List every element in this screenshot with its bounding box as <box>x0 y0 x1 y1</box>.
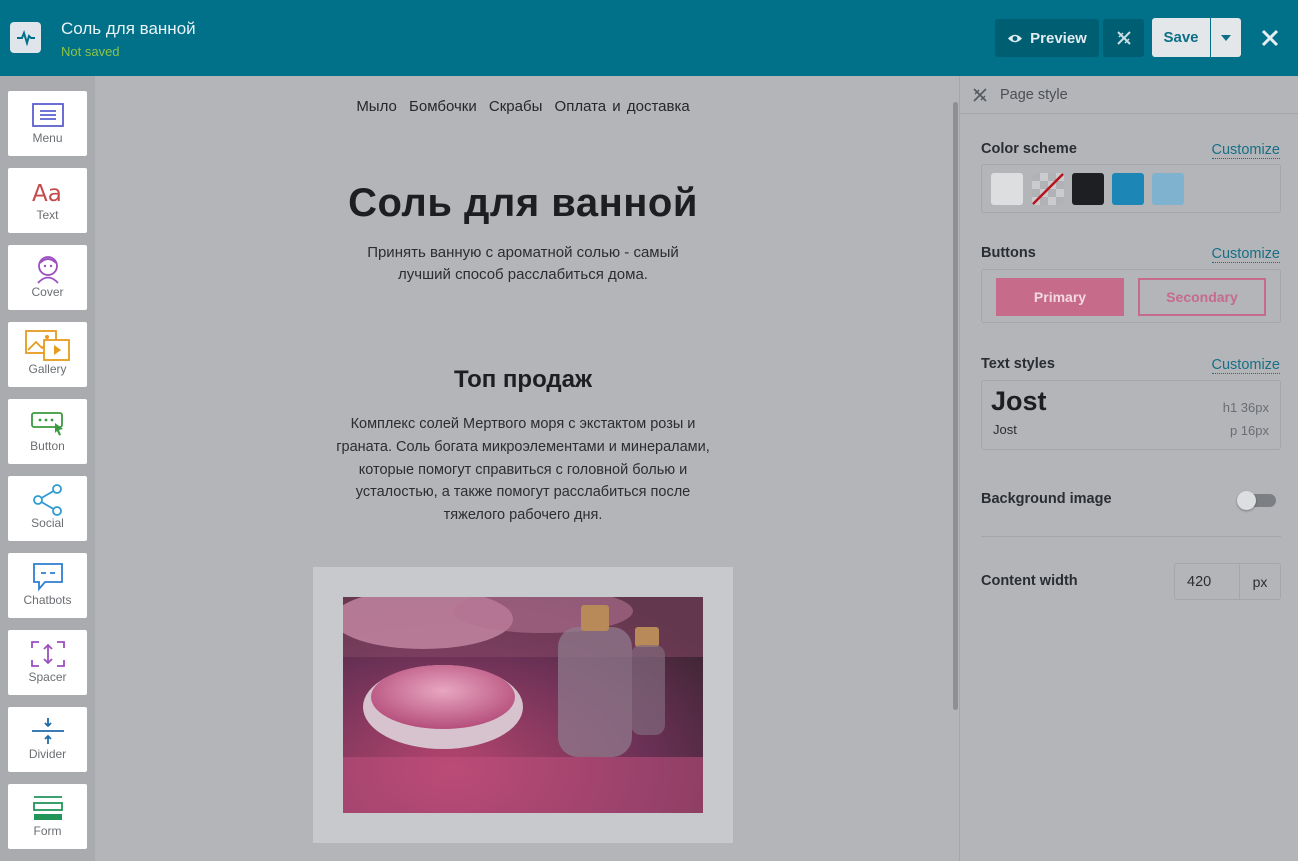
brush-ruler-icon <box>973 87 987 102</box>
p-size: p 16px <box>1229 423 1269 438</box>
caret-down-icon <box>1221 34 1231 41</box>
palette-item-spacer[interactable]: Spacer <box>8 630 87 695</box>
chatbots-icon <box>32 563 63 592</box>
panel-title: Page style <box>1000 86 1068 103</box>
content-width-unit: px <box>1239 563 1281 600</box>
block-palette: Menu Aa Text Cover Gallery Button Social… <box>0 76 95 861</box>
close-button[interactable] <box>1255 23 1285 53</box>
color-swatch-dark[interactable] <box>1072 173 1104 205</box>
canvas-scrollbar[interactable] <box>953 102 958 710</box>
palette-item-label: Form <box>33 824 62 838</box>
page-style-button[interactable] <box>1103 19 1144 57</box>
palette-item-divider[interactable]: Divider <box>8 707 87 772</box>
top-bar: Соль для ванной Not saved Preview Save <box>0 0 1298 76</box>
palette-item-label: Text <box>36 208 59 222</box>
svg-text:Aa: Aa <box>32 181 62 205</box>
palette-item-button[interactable]: Button <box>8 399 87 464</box>
bath-salt-photo[interactable] <box>343 597 703 813</box>
color-swatch-blue[interactable] <box>1112 173 1144 205</box>
save-status: Not saved <box>61 44 120 59</box>
document-title: Соль для ванной <box>61 19 196 38</box>
cover-icon <box>36 256 59 284</box>
content-width-input[interactable]: 420 <box>1174 563 1240 600</box>
palette-item-label: Menu <box>32 131 63 145</box>
color-swatch-light-blue[interactable] <box>1152 173 1184 205</box>
form-icon <box>32 796 63 820</box>
section-text[interactable]: Комплекс солей Мертвого моря с экстактом… <box>333 413 713 527</box>
site-menu-item[interactable]: Скрабы <box>489 98 542 115</box>
buttons-customize-link[interactable]: Customize <box>1211 246 1280 263</box>
gallery-icon <box>24 330 70 361</box>
color-swatch-transparent[interactable] <box>1032 173 1064 205</box>
spacer-icon <box>30 641 65 667</box>
hero-title[interactable]: Соль для ванной <box>95 181 951 226</box>
color-scheme-picker[interactable] <box>981 164 1281 213</box>
page-style-panel: Page style Color scheme Customize Button… <box>959 76 1298 861</box>
buttons-label: Buttons <box>981 245 1036 261</box>
palette-item-gallery[interactable]: Gallery <box>8 322 87 387</box>
site-menu-item[interactable]: Мыло <box>356 98 397 115</box>
palette-item-label: Divider <box>28 747 67 761</box>
color-scheme-customize-link[interactable]: Customize <box>1211 142 1280 159</box>
text-icon: Aa <box>32 181 62 205</box>
background-image-toggle[interactable] <box>1237 491 1276 510</box>
palette-item-label: Chatbots <box>23 593 72 607</box>
text-styles-label: Text styles <box>981 356 1055 372</box>
content-width-label: Content width <box>981 573 1078 589</box>
palette-item-label: Social <box>31 516 64 530</box>
site-menu-item[interactable]: Оплата и доставка <box>555 98 690 115</box>
h1-font-sample: Jost <box>991 386 1047 416</box>
color-swatch-light[interactable] <box>991 173 1023 205</box>
palette-item-menu[interactable]: Menu <box>8 91 87 156</box>
panel-header: Page style <box>960 76 1298 114</box>
preview-button[interactable]: Preview <box>995 19 1099 57</box>
palette-item-chatbots[interactable]: Chatbots <box>8 553 87 618</box>
palette-item-label: Spacer <box>28 670 67 684</box>
palette-item-form[interactable]: Form <box>8 784 87 849</box>
h1-size: h1 36px <box>1222 400 1269 415</box>
save-button[interactable]: Save <box>1152 18 1210 57</box>
menu-icon <box>31 103 64 127</box>
panel-divider <box>981 536 1281 537</box>
divider-icon <box>31 718 64 744</box>
social-icon <box>32 484 62 516</box>
primary-button-sample[interactable]: Primary <box>996 278 1124 316</box>
section-title[interactable]: Топ продаж <box>95 366 951 394</box>
palette-item-label: Gallery <box>28 362 67 376</box>
site-menu-item[interactable]: Бомбочки <box>409 98 477 115</box>
color-scheme-label: Color scheme <box>981 141 1077 157</box>
image-block[interactable] <box>313 567 733 843</box>
hero-subtitle[interactable]: Принять ванную с ароматной солью - самый… <box>353 242 693 286</box>
eye-icon <box>1008 34 1023 42</box>
p-font-sample: Jost <box>993 422 1017 437</box>
palette-item-social[interactable]: Social <box>8 476 87 541</box>
preview-button-label: Preview <box>1030 29 1087 47</box>
toggle-knob <box>1237 491 1256 510</box>
background-image-label: Background image <box>981 491 1112 507</box>
close-icon <box>1261 29 1279 47</box>
palette-item-label: Cover <box>31 285 64 299</box>
palette-item-text[interactable]: Aa Text <box>8 168 87 233</box>
site-menu[interactable]: Мыло Бомбочки Скрабы Оплата и доставка <box>95 98 951 115</box>
app-logo-icon[interactable] <box>10 22 41 53</box>
buttons-preview[interactable]: Primary Secondary <box>981 269 1281 323</box>
editor-canvas[interactable]: Мыло Бомбочки Скрабы Оплата и доставка С… <box>95 76 959 861</box>
secondary-button-sample[interactable]: Secondary <box>1138 278 1266 316</box>
save-options-button[interactable] <box>1211 18 1241 57</box>
text-styles-preview[interactable]: Jost Jost h1 36px p 16px <box>981 380 1281 450</box>
button-icon <box>30 412 63 436</box>
palette-item-label: Button <box>30 439 65 453</box>
palette-item-cover[interactable]: Cover <box>8 245 87 310</box>
text-styles-customize-link[interactable]: Customize <box>1211 357 1280 374</box>
brush-ruler-icon <box>1116 31 1131 45</box>
